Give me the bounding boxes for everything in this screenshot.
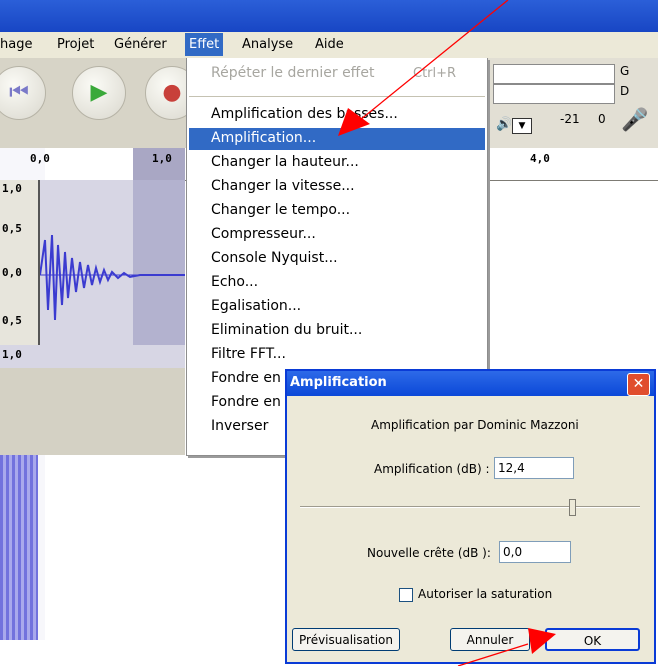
- menu-item-change-pitch[interactable]: Changer la hauteur...: [211, 154, 359, 170]
- meter-scale-high: 0: [598, 112, 606, 126]
- y-axis-label: 0,0: [2, 266, 22, 279]
- menu-bar: hage Projet Générer Effet Analyse Aide: [0, 32, 658, 58]
- y-axis-label: 0,5: [2, 314, 22, 327]
- y-axis-label: 1,0: [2, 348, 22, 361]
- ok-button[interactable]: OK: [545, 628, 640, 651]
- menu-item-noise-removal[interactable]: Elimination du bruit...: [211, 322, 362, 338]
- track-info-panel: 1,0 0,5 0,0 0,5 1,0: [0, 180, 40, 361]
- play-button[interactable]: ▶: [72, 66, 126, 120]
- preview-button[interactable]: Prévisualisation: [292, 628, 400, 651]
- amplification-slider-track[interactable]: [300, 506, 640, 508]
- repeat-shortcut: Ctrl+R: [413, 66, 457, 81]
- ruler-label: 1,0: [152, 152, 172, 165]
- dialog-title-bar[interactable]: Amplification ✕: [287, 371, 654, 396]
- cancel-button-label: Annuler: [466, 633, 514, 647]
- allow-clipping-checkbox[interactable]: [399, 588, 413, 602]
- ruler-label: 0,0: [30, 152, 50, 165]
- menu-generer[interactable]: Générer: [114, 37, 167, 52]
- menu-affichage[interactable]: hage: [0, 37, 32, 52]
- y-axis-label: 0,5: [2, 222, 22, 235]
- menu-item-fade-out[interactable]: Fondre en: [211, 394, 281, 410]
- peak-label: Nouvelle crête (dB ):: [367, 546, 491, 560]
- skip-start-icon: ⏮: [9, 80, 29, 105]
- mixer-dropdown[interactable]: ▼: [512, 118, 532, 134]
- menu-analyse[interactable]: Analyse: [242, 37, 293, 52]
- meter-right-label: D: [620, 84, 630, 98]
- amplification-slider-thumb[interactable]: [568, 499, 576, 516]
- peak-input[interactable]: 0,0: [499, 541, 571, 563]
- allow-clipping-label: Autoriser la saturation: [418, 587, 553, 601]
- menu-separator: [189, 96, 485, 97]
- level-meters: G D 🔊 ▼ -21 0 🎤: [488, 58, 658, 148]
- menu-item-equalization[interactable]: Egalisation...: [211, 298, 301, 314]
- cancel-button[interactable]: Annuler: [450, 628, 530, 651]
- menu-effet[interactable]: Effet: [185, 33, 224, 56]
- menu-item-change-speed[interactable]: Changer la vitesse...: [211, 178, 355, 194]
- menu-item-fft-filter[interactable]: Filtre FFT...: [211, 346, 286, 362]
- menu-item-bass-boost[interactable]: Amplification des basses...: [211, 106, 398, 122]
- audio-track[interactable]: 1,0 0,5 0,0 0,5 1,0: [0, 180, 185, 370]
- menu-item-repeat-effect[interactable]: Répéter le dernier effet: [211, 65, 374, 81]
- ok-button-label: OK: [583, 634, 602, 648]
- meter-left-label: G: [620, 64, 630, 78]
- menu-item-invert[interactable]: Inverser: [211, 418, 268, 434]
- amplification-dialog: Amplification ✕ Amplification par Domini…: [285, 369, 656, 664]
- ruler-label: 4,0: [530, 152, 550, 165]
- menu-item-nyquist-console[interactable]: Console Nyquist...: [211, 250, 338, 266]
- window-title-bar: [0, 0, 658, 32]
- close-icon: ✕: [632, 376, 645, 392]
- preview-button-label: Prévisualisation: [299, 633, 393, 647]
- y-axis-label: 1,0: [2, 182, 22, 195]
- amplification-value: 12,4: [498, 461, 525, 475]
- menu-item-fade-in[interactable]: Fondre en: [211, 370, 281, 386]
- close-button[interactable]: ✕: [627, 373, 650, 396]
- amplification-input[interactable]: 12,4: [494, 457, 574, 479]
- dialog-subtitle: Amplification par Dominic Mazzoni: [371, 418, 579, 432]
- microphone-icon: 🎤: [621, 108, 649, 133]
- track-area-bottom: [0, 368, 185, 455]
- play-icon: ▶: [90, 80, 108, 105]
- menu-item-change-tempo[interactable]: Changer le tempo...: [211, 202, 350, 218]
- menu-aide[interactable]: Aide: [315, 37, 344, 52]
- menu-item-echo[interactable]: Echo...: [211, 274, 258, 290]
- left-meter: [493, 64, 615, 84]
- menu-item-compressor[interactable]: Compresseur...: [211, 226, 316, 242]
- menu-item-amplification[interactable]: Amplification...: [211, 130, 316, 146]
- dialog-title: Amplification: [290, 375, 387, 390]
- meter-scale-low: -21: [560, 112, 580, 126]
- menu-projet[interactable]: Projet: [57, 37, 94, 52]
- waveform: [40, 234, 185, 321]
- amplification-label: Amplification (dB) :: [374, 462, 490, 476]
- right-meter: [493, 84, 615, 104]
- peak-value: 0,0: [503, 545, 523, 559]
- volume-icon: 🔊: [496, 117, 513, 132]
- skip-start-button[interactable]: ⏮: [0, 66, 46, 120]
